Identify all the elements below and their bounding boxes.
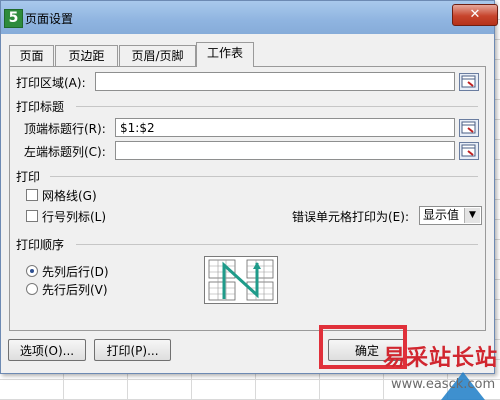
- print-button[interactable]: 打印(P)...: [94, 339, 171, 361]
- dialog-title: 页面设置: [25, 12, 74, 26]
- wps-app-icon: 5: [4, 9, 23, 28]
- rows-to-repeat-label: 顶端标题行(R):: [24, 122, 106, 136]
- tab-sheet[interactable]: 工作表: [196, 42, 254, 67]
- cell-errors-label: 错误单元格打印为(E):: [292, 210, 409, 224]
- page-setup-dialog: 5 页面设置 ✕ 页面 页边距 页眉/页脚 工作表 打印区域(A): 打印标题 …: [0, 0, 498, 374]
- over-then-down-label: 先行后列(V): [42, 283, 108, 297]
- print-area-range-picker[interactable]: [459, 73, 479, 91]
- print-titles-section: 打印标题: [16, 100, 65, 114]
- tab-header-footer[interactable]: 页眉/页脚: [119, 45, 196, 66]
- down-then-over-radio[interactable]: [26, 265, 38, 277]
- down-then-over-label: 先列后行(D): [42, 265, 109, 279]
- section-divider: [50, 176, 478, 177]
- options-button[interactable]: 选项(O)...: [8, 339, 86, 361]
- range-select-icon: [461, 75, 476, 88]
- chevron-down-icon: ▼: [464, 208, 480, 223]
- site-watermark: 易采站长站 www.easck.com: [373, 336, 500, 400]
- watermark-url: www.easck.com: [391, 377, 496, 392]
- print-area-label: 打印区域(A):: [16, 76, 86, 90]
- gridlines-label: 网格线(G): [42, 189, 97, 203]
- cols-to-repeat-input[interactable]: [115, 141, 455, 160]
- title-bar: 5 页面设置 ✕: [1, 1, 498, 34]
- page-order-section: 打印顺序: [16, 238, 65, 252]
- gridlines-checkbox[interactable]: [26, 189, 38, 201]
- print-area-input[interactable]: [95, 72, 455, 91]
- cols-to-repeat-label: 左端标题列(C):: [24, 145, 106, 159]
- cell-errors-select[interactable]: 显示值 ▼: [419, 206, 482, 225]
- over-then-down-radio[interactable]: [26, 283, 38, 295]
- watermark-text: 易采站长站: [383, 345, 499, 371]
- close-icon: ✕: [469, 7, 481, 22]
- section-divider: [76, 106, 478, 107]
- tab-margins[interactable]: 页边距: [55, 45, 118, 66]
- rows-to-repeat-input[interactable]: $1:$2: [115, 118, 455, 137]
- cols-range-picker[interactable]: [459, 142, 479, 160]
- section-divider: [76, 244, 478, 245]
- print-section: 打印: [16, 170, 41, 184]
- cell-errors-value: 显示值: [423, 208, 460, 222]
- close-button[interactable]: ✕: [452, 4, 498, 26]
- rows-range-picker[interactable]: [459, 119, 479, 137]
- page-order-diagram-icon: [208, 259, 274, 301]
- row-col-headings-label: 行号列标(L): [42, 210, 107, 224]
- range-select-icon: [461, 144, 476, 157]
- range-select-icon: [461, 121, 476, 134]
- row-col-headings-checkbox[interactable]: [26, 210, 38, 222]
- tab-page[interactable]: 页面: [9, 45, 54, 66]
- page-order-preview: [204, 256, 278, 304]
